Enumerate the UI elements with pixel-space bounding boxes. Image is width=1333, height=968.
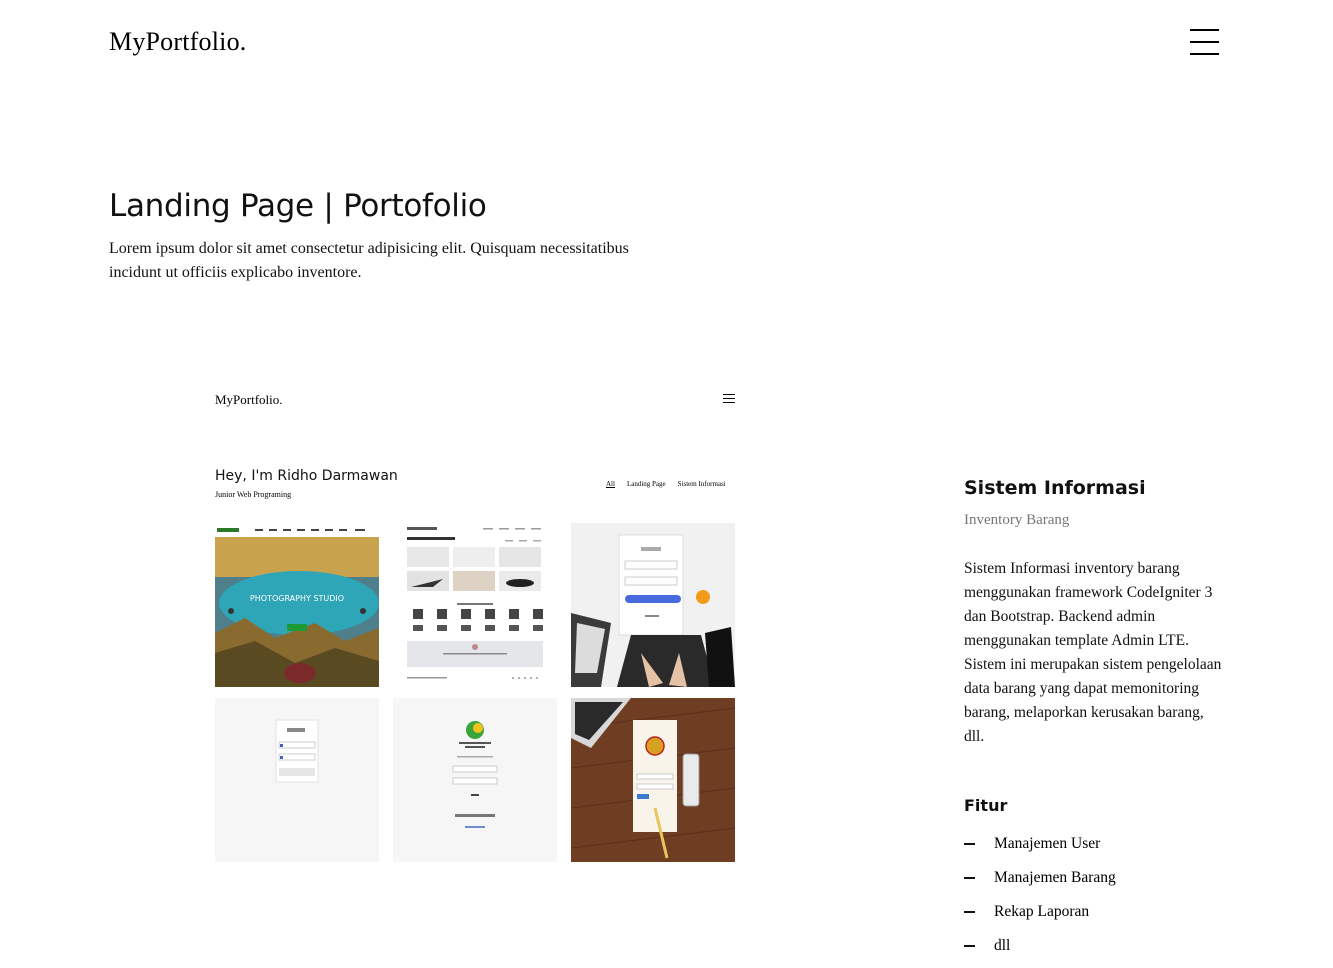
project-preview-image: MyPortfolio. Hey, I'm Ridho Darmawan Jun… bbox=[202, 368, 750, 878]
preview-hamburger-icon bbox=[723, 394, 735, 404]
feature-item: Manajemen User bbox=[964, 832, 1116, 866]
preview-filter-sistem: Sistem Informasi bbox=[677, 480, 726, 488]
feature-item: Manajemen Barang bbox=[964, 866, 1116, 900]
feature-item: Rekap Laporan bbox=[964, 900, 1116, 934]
details-subtitle: Inventory Barang bbox=[964, 512, 1070, 528]
details-description: Sistem Informasi inventory barang menggu… bbox=[964, 560, 1222, 745]
preview-thumb-login bbox=[215, 698, 379, 862]
preview-thumb-photography: PHOTOGRAPHY STUDIO bbox=[215, 523, 379, 687]
preview-role: Junior Web Programing bbox=[215, 490, 292, 499]
preview-thumb-caption: PHOTOGRAPHY STUDIO bbox=[250, 594, 344, 603]
preview-thumb-login-laptop bbox=[571, 523, 735, 687]
preview-thumb-wood-desk bbox=[571, 698, 735, 862]
hamburger-icon[interactable] bbox=[1190, 28, 1219, 56]
preview-filter-all: All bbox=[606, 480, 615, 488]
page-description: Lorem ipsum dolor sit amet consectetur a… bbox=[109, 240, 629, 281]
preview-greeting: Hey, I'm Ridho Darmawan bbox=[215, 468, 398, 484]
preview-filter-landing: Landing Page bbox=[626, 480, 666, 488]
features-title: Fitur bbox=[964, 796, 1008, 815]
feature-item: dll bbox=[964, 934, 1116, 968]
page-title: Landing Page | Portofolio bbox=[109, 188, 487, 224]
details-title: Sistem Informasi bbox=[964, 477, 1146, 499]
site-brand[interactable]: MyPortfolio. bbox=[109, 27, 246, 57]
preview-thumb-portfolio-page bbox=[393, 523, 557, 687]
preview-brand: MyPortfolio. bbox=[215, 392, 283, 407]
preview-filters: All Landing Page Sistem Informasi bbox=[606, 480, 726, 488]
preview-thumb-login-logo bbox=[393, 698, 557, 862]
features-list: Manajemen User Manajemen Barang Rekap La… bbox=[964, 832, 1116, 968]
